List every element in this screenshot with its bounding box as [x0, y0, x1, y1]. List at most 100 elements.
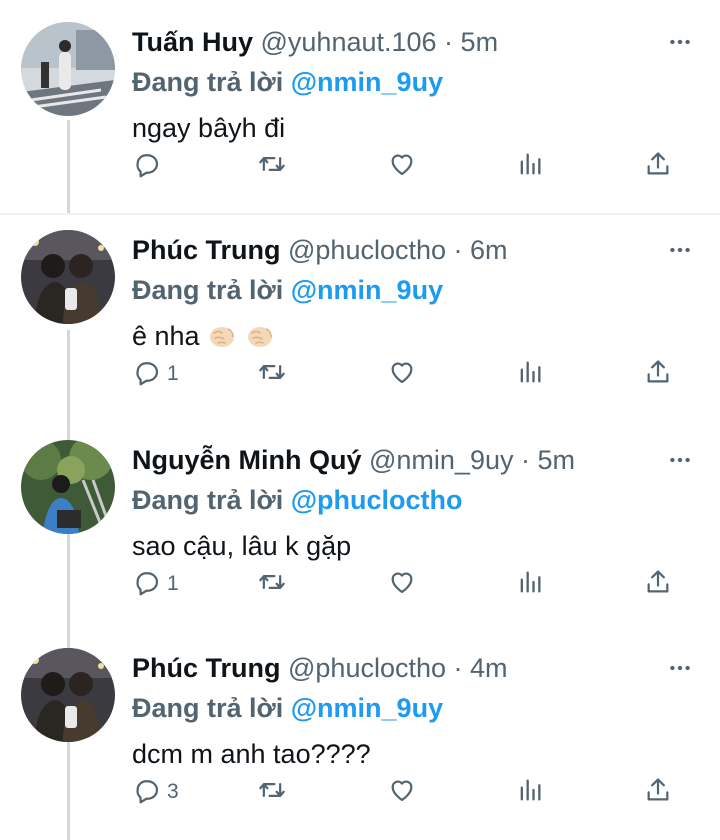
mention-link[interactable]: @nmin_9uy: [291, 275, 443, 305]
tweet-text-content: ê nha: [132, 321, 200, 351]
like-icon: [388, 568, 416, 601]
display-name[interactable]: Tuấn Huy: [132, 27, 253, 57]
tweet-header: Phúc Trung @phucloctho · 4m: [132, 650, 508, 686]
separator-dot: ·: [513, 445, 538, 475]
avatar[interactable]: [21, 22, 115, 116]
tweet[interactable]: Nguyễn Minh Quý @nmin_9uy · 5m Đang trả l…: [0, 418, 720, 626]
retweet-icon: [258, 358, 286, 391]
retweet-icon: [258, 776, 286, 809]
views-button[interactable]: [516, 356, 544, 392]
tweet-text: ê nha: [132, 318, 276, 354]
action-bar: 1: [0, 566, 720, 602]
views-icon: [516, 776, 544, 809]
display-name[interactable]: Phúc Trung: [132, 653, 281, 683]
more-icon[interactable]: [666, 654, 694, 682]
reply-icon: [133, 568, 161, 601]
avatar[interactable]: [21, 648, 115, 742]
like-icon: [388, 358, 416, 391]
fist-bump-emoji: [206, 320, 238, 352]
retweet-button[interactable]: [258, 356, 286, 392]
tweet-text: sao cậu, lâu k gặp: [132, 528, 351, 564]
avatar[interactable]: [21, 440, 115, 534]
replying-to: Đang trả lời @phucloctho: [132, 482, 463, 518]
reply-button[interactable]: 3: [133, 774, 179, 810]
reply-icon: [133, 358, 161, 391]
timestamp[interactable]: 6m: [470, 235, 508, 265]
separator-dot: ·: [446, 235, 471, 265]
reply-button[interactable]: 1: [133, 566, 179, 602]
views-button[interactable]: [516, 774, 544, 810]
replying-to-label: Đang trả lời: [132, 275, 291, 305]
retweet-button[interactable]: [258, 774, 286, 810]
share-icon: [644, 776, 672, 809]
user-handle[interactable]: @phucloctho: [281, 653, 446, 683]
tweet[interactable]: Phúc Trung @phucloctho · 4m Đang trả lời …: [0, 626, 720, 840]
more-icon[interactable]: [666, 236, 694, 264]
separator-dot: ·: [446, 653, 471, 683]
like-icon: [388, 776, 416, 809]
tweet-text-content: ngay bâyh đi: [132, 113, 286, 143]
replying-to-label: Đang trả lời: [132, 67, 291, 97]
replying-to: Đang trả lời @nmin_9uy: [132, 690, 443, 726]
reply-icon: [133, 776, 161, 809]
user-handle[interactable]: @yuhnaut.106: [253, 27, 437, 57]
action-bar: 1: [0, 356, 720, 392]
action-bar: 3: [0, 774, 720, 810]
tweet-text: dcm m anh tao????: [132, 736, 371, 772]
tweet-text-content: sao cậu, lâu k gặp: [132, 531, 352, 561]
replying-to: Đang trả lời @nmin_9uy: [132, 272, 443, 308]
share-icon: [644, 358, 672, 391]
separator-dot: ·: [436, 27, 461, 57]
retweet-button[interactable]: [258, 566, 286, 602]
fist-bump-emoji: [244, 320, 276, 352]
tweet-header: Tuấn Huy @yuhnaut.106 · 5m: [132, 24, 498, 60]
timestamp[interactable]: 4m: [470, 653, 508, 683]
retweet-button[interactable]: [258, 148, 286, 184]
views-icon: [516, 150, 544, 183]
like-button[interactable]: [388, 566, 416, 602]
views-icon: [516, 358, 544, 391]
like-button[interactable]: [388, 774, 416, 810]
tweet[interactable]: Phúc Trung @phucloctho · 6m Đang trả lời …: [0, 208, 720, 418]
display-name[interactable]: Phúc Trung: [132, 235, 281, 265]
mention-link[interactable]: @phucloctho: [291, 485, 463, 515]
tweet-text: ngay bâyh đi: [132, 110, 285, 146]
reply-icon: [133, 150, 161, 183]
timestamp[interactable]: 5m: [537, 445, 575, 475]
share-icon: [644, 568, 672, 601]
user-handle[interactable]: @nmin_9uy: [362, 445, 513, 475]
tweet[interactable]: Tuấn Huy @yuhnaut.106 · 5m Đang trả lời @…: [0, 0, 720, 215]
reply-count: 3: [167, 780, 179, 803]
share-icon: [644, 150, 672, 183]
share-button[interactable]: [644, 356, 672, 392]
share-button[interactable]: [644, 566, 672, 602]
reply-count: 1: [167, 362, 179, 385]
reply-count: 1: [167, 572, 179, 595]
more-icon[interactable]: [666, 28, 694, 56]
avatar[interactable]: [21, 230, 115, 324]
reply-button[interactable]: [133, 148, 161, 184]
reply-button[interactable]: 1: [133, 356, 179, 392]
display-name[interactable]: Nguyễn Minh Quý: [132, 445, 362, 475]
like-button[interactable]: [388, 356, 416, 392]
reply-feed: Tuấn Huy @yuhnaut.106 · 5m Đang trả lời @…: [0, 0, 720, 840]
mention-link[interactable]: @nmin_9uy: [291, 693, 443, 723]
replying-to-label: Đang trả lời: [132, 485, 291, 515]
like-button[interactable]: [388, 148, 416, 184]
tweet-header: Nguyễn Minh Quý @nmin_9uy · 5m: [132, 442, 575, 478]
mention-link[interactable]: @nmin_9uy: [291, 67, 443, 97]
user-handle[interactable]: @phucloctho: [281, 235, 446, 265]
views-icon: [516, 568, 544, 601]
tweet-text-content: dcm m anh tao????: [132, 739, 371, 769]
views-button[interactable]: [516, 566, 544, 602]
replying-to: Đang trả lời @nmin_9uy: [132, 64, 443, 100]
more-icon[interactable]: [666, 446, 694, 474]
views-button[interactable]: [516, 148, 544, 184]
replying-to-label: Đang trả lời: [132, 693, 291, 723]
tweet-header: Phúc Trung @phucloctho · 6m: [132, 232, 508, 268]
share-button[interactable]: [644, 774, 672, 810]
like-icon: [388, 150, 416, 183]
timestamp[interactable]: 5m: [461, 27, 499, 57]
share-button[interactable]: [644, 148, 672, 184]
retweet-icon: [258, 150, 286, 183]
